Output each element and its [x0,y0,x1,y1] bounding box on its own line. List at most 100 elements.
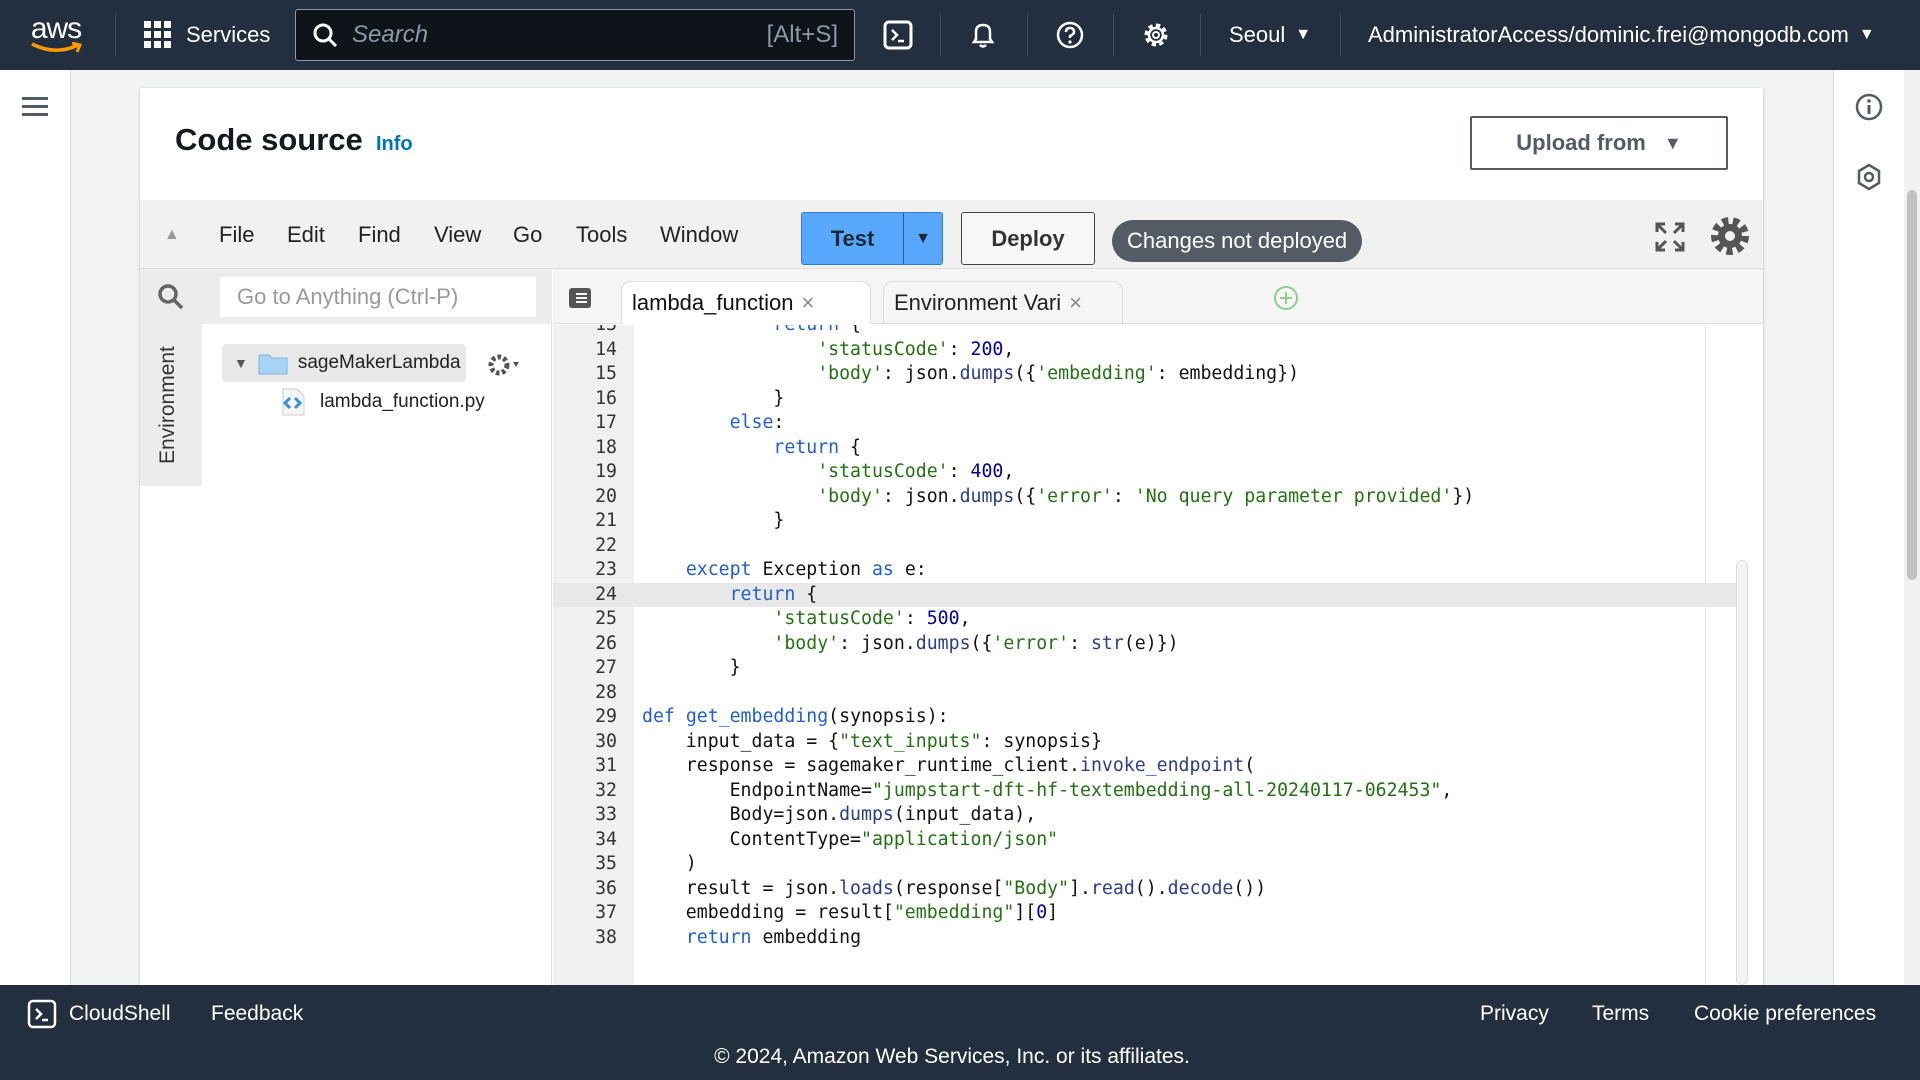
code-line[interactable]: 31 response = sagemaker_runtime_client.i… [553,754,1738,779]
code-line[interactable]: 16 } [553,387,1738,412]
cloudshell-label: CloudShell [69,1002,171,1025]
menu-file[interactable]: File [219,200,254,269]
fullscreen-icon[interactable] [1655,222,1685,252]
region-selector[interactable]: Seoul ▼ [1229,0,1311,70]
code-line[interactable]: 36 result = json.loads(response["Body"].… [553,877,1738,902]
code-token: return [773,436,840,458]
environment-tab[interactable]: Environment [140,324,202,486]
menu-view[interactable]: View [434,200,481,269]
close-icon[interactable]: × [1069,290,1082,316]
expand-caret-icon[interactable]: ▼ [234,355,248,371]
code-token: 'body' [817,485,883,507]
code-line[interactable]: 35 ) [553,852,1738,877]
cloudshell-icon [883,20,913,50]
code-token: , [1003,461,1015,482]
code-token: else [729,412,774,433]
file-list-icon[interactable] [567,286,593,310]
terms-link[interactable]: Terms [1592,999,1649,1029]
right-sidebar [1833,70,1904,985]
code-line[interactable]: 34 ContentType="application/json" [553,828,1738,853]
search-icon[interactable] [157,283,185,311]
settings-button[interactable] [1141,0,1171,70]
code-line[interactable]: 19 'statusCode': 400, [553,460,1738,485]
services-menu[interactable]: Services [144,0,270,70]
code-line[interactable]: 28 [553,681,1738,706]
menu-find[interactable]: Find [358,200,401,269]
hamburger-menu-icon[interactable] [22,95,50,119]
preferences-gear-icon[interactable] [1708,214,1752,258]
cloudshell-button[interactable] [883,0,913,70]
code-token: "embedding" [893,902,1015,923]
account-menu[interactable]: AdministratorAccess/dominic.frei@mongodb… [1368,0,1875,70]
line-text: result = json.loads(response["Body"].rea… [642,877,1266,902]
go-to-anything-input[interactable]: Go to Anything (Ctrl-P) [220,277,536,317]
code-line[interactable]: 27 } [553,656,1738,681]
folder-settings-gear-icon[interactable] [488,353,522,377]
scrollbar-thumb[interactable] [1907,190,1917,580]
info-icon[interactable] [1854,92,1884,122]
line-text: } [642,656,741,681]
search-input[interactable]: Search [Alt+S] [295,9,855,61]
tab-lambda-function[interactable]: lambda_function × [621,281,871,324]
info-link[interactable]: Info [376,133,413,156]
line-text: } [642,509,784,534]
cookie-preferences-link[interactable]: Cookie preferences [1694,999,1876,1029]
upload-from-button[interactable]: Upload from ▼ [1470,116,1728,170]
menu-go[interactable]: Go [513,200,542,269]
help-button[interactable] [1055,0,1085,70]
line-number: 27 [595,657,617,678]
folder-sagemakerlambda[interactable]: ▼ sageMakerLambda [222,344,466,382]
deploy-button[interactable]: Deploy [961,212,1095,265]
code-line[interactable]: 23 except Exception as e: [553,558,1738,583]
code-line[interactable]: 37 embedding = result["embedding"][0] [553,901,1738,926]
code-line[interactable]: 32 EndpointName="jumpstart-dft-hf-textem… [553,779,1738,804]
line-number: 38 [595,926,617,948]
code-line[interactable]: 14 'statusCode': 200, [553,338,1738,363]
code-line[interactable]: 21 } [553,509,1738,534]
notifications-button[interactable] [968,0,998,70]
close-icon[interactable]: × [801,290,814,316]
editor-scrollbar[interactable] [1736,560,1748,985]
test-button[interactable]: Test [802,213,904,264]
tab-environment-variables[interactable]: Environment Vari × [883,281,1123,324]
line-text: } [642,387,784,412]
feedback-link[interactable]: Feedback [211,999,303,1029]
line-number: 34 [595,828,617,850]
add-tab-icon[interactable] [1273,285,1299,311]
code-token: embedding [751,926,862,948]
menu-tools[interactable]: Tools [576,200,627,269]
menu-window[interactable]: Window [660,200,738,269]
code-line[interactable]: 30 input_data = {"text_inputs": synopsis… [553,730,1738,755]
code-line[interactable]: 38 return embedding [553,926,1738,951]
code-line[interactable]: 17 else: [553,411,1738,436]
code-line[interactable]: 18 return { [553,436,1738,461]
code-token: response = sagemaker_runtime_client. [642,755,1080,776]
code-line[interactable]: 26 'body': json.dumps({'error': str(e)}) [553,632,1738,657]
collapse-caret-icon[interactable]: ▲ [164,200,180,269]
code-token: { [839,325,861,335]
menu-edit[interactable]: Edit [287,200,325,269]
code-line[interactable]: 33 Body=json.dumps(input_data), [553,803,1738,828]
code-line[interactable]: 15 'body': json.dumps({'embedding': embe… [553,362,1738,387]
code-token: : [948,461,971,482]
code-editor[interactable]: 13 return {14 'statusCode': 200,15 'body… [553,325,1763,985]
code-line[interactable]: 25 'statusCode': 500, [553,607,1738,632]
code-line[interactable]: 24 return { [553,582,1738,607]
code-line[interactable]: 20 'body': json.dumps({'error': 'No quer… [553,485,1738,510]
code-line[interactable]: 13 return { [553,325,1738,338]
folder-label: sageMakerLambda [297,352,461,373]
cloudshell-footer-button[interactable]: CloudShell [27,999,171,1029]
code-line[interactable]: 22 [553,534,1738,559]
code-token: } [642,510,785,531]
code-line[interactable]: 29 def get_embedding(synopsis): [553,705,1738,730]
page-scrollbar[interactable] [1904,70,1920,985]
aws-logo[interactable]: aws [30,0,82,70]
code-token: result = json. [642,877,840,899]
test-dropdown-button[interactable]: ▼ [904,213,942,264]
code-token: decode [1167,877,1234,899]
privacy-link[interactable]: Privacy [1480,999,1549,1029]
hexagon-icon[interactable] [1854,162,1884,192]
file-lambda-function-py[interactable]: lambda_function.py [280,385,485,419]
